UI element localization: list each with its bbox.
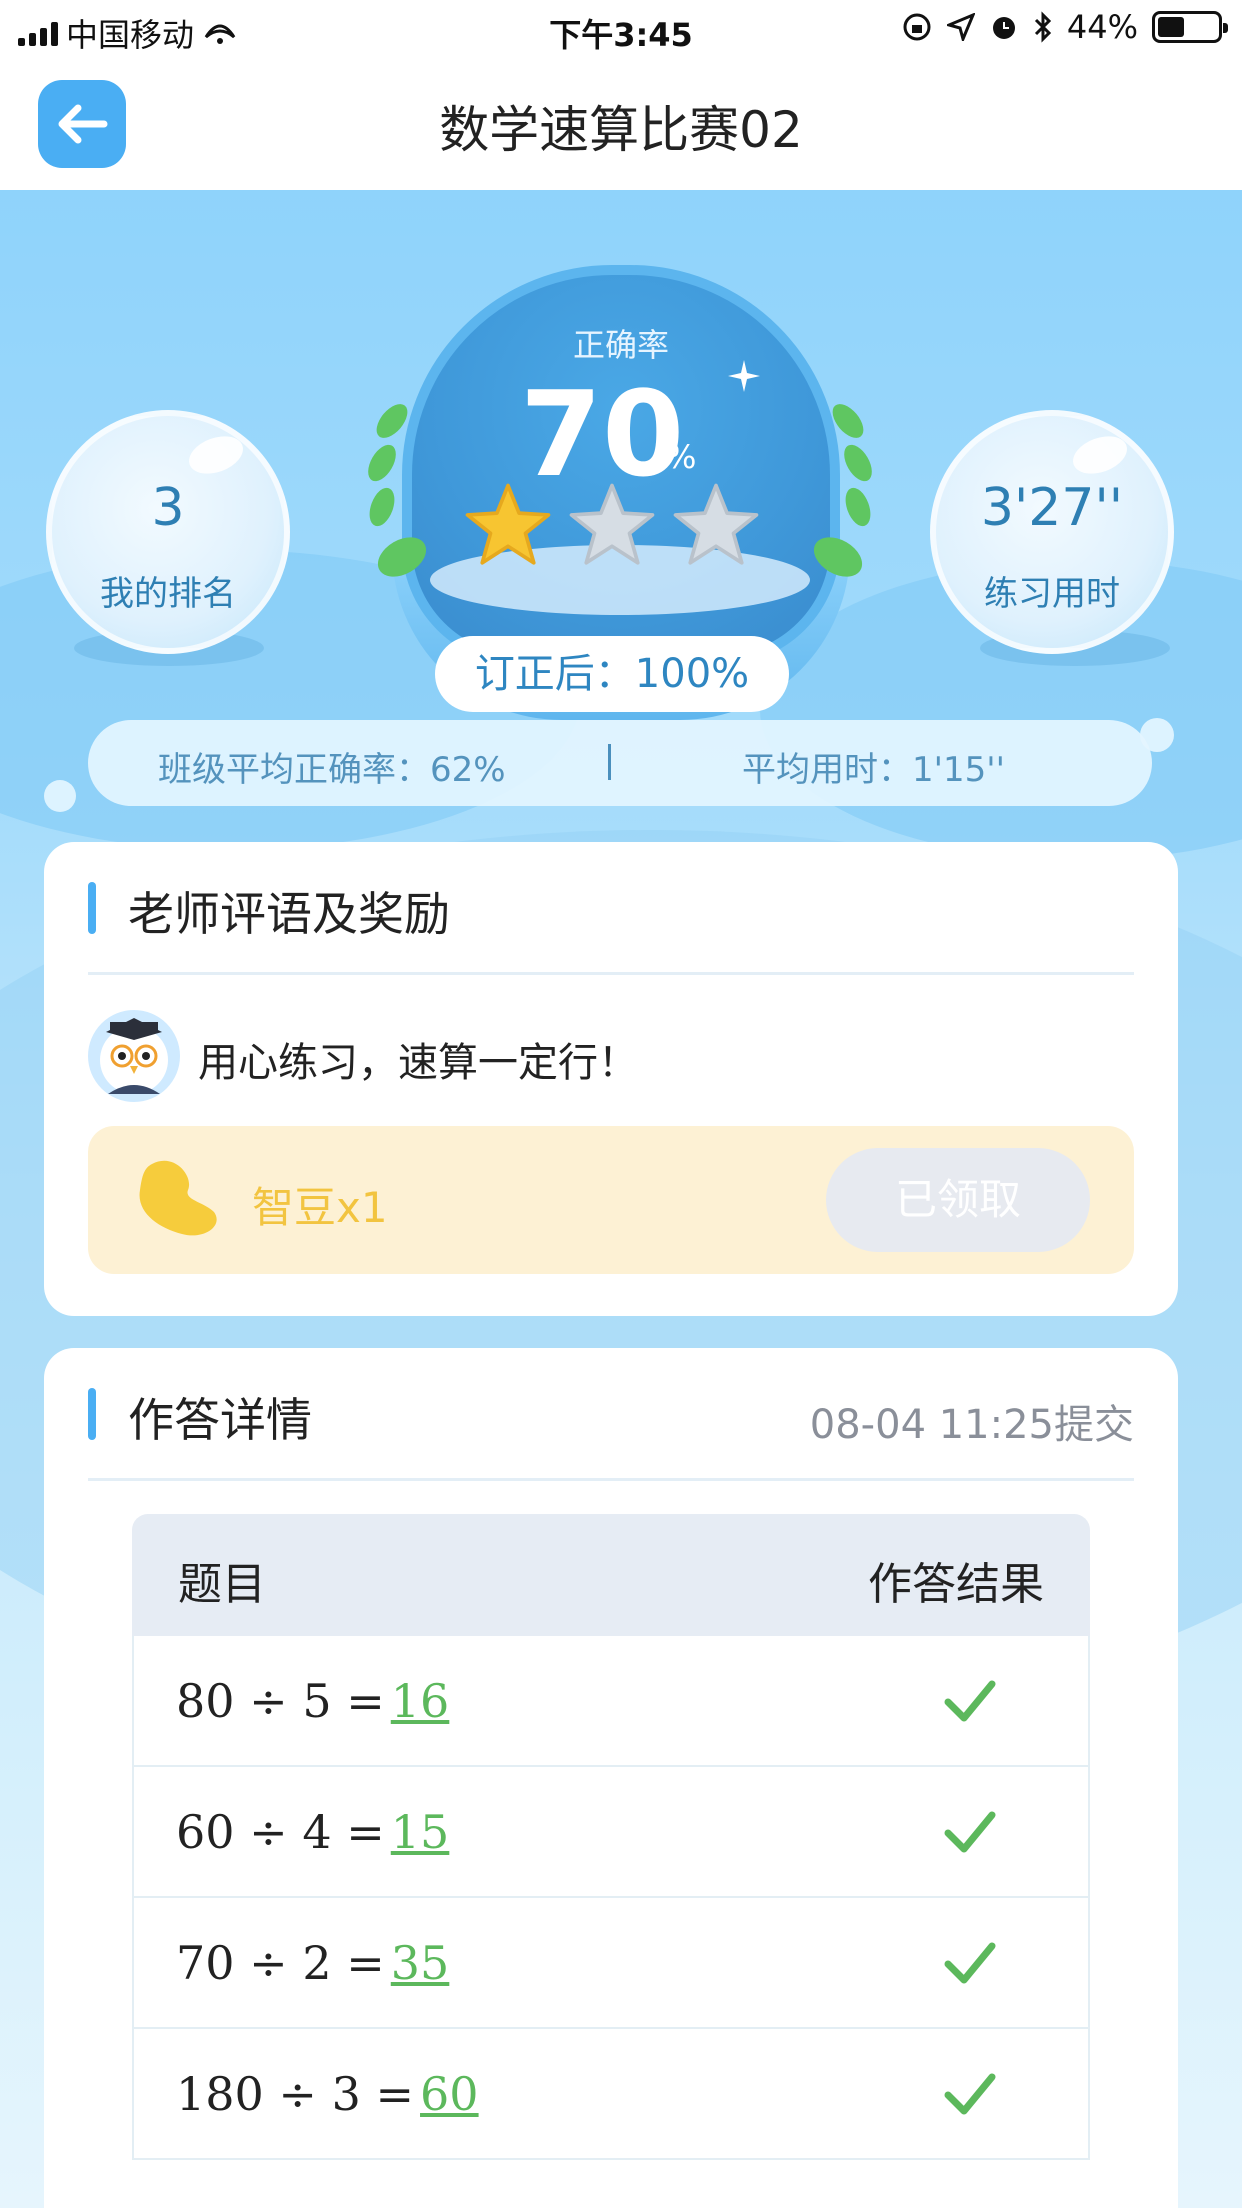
star-rating — [462, 480, 762, 572]
divider — [88, 972, 1134, 975]
teacher-comment-title: 老师评语及奖励 — [128, 887, 450, 941]
page-title: 数学速算比赛02 — [439, 101, 803, 159]
battery-icon — [1152, 11, 1228, 43]
rank-value: 3 — [151, 478, 185, 538]
student-answer: 16 — [390, 1674, 450, 1728]
star-filled-icon — [465, 483, 551, 565]
cloud-dot — [44, 780, 76, 812]
time-label: 练习用时 — [984, 574, 1120, 614]
bluetooth-icon — [1034, 11, 1051, 43]
question-expression: 180 ÷ 3 = — [176, 2067, 415, 2121]
accuracy-unit: % — [666, 438, 697, 476]
laurel-leaf-icon — [362, 440, 402, 486]
alarm-icon — [992, 17, 1015, 39]
question-expression: 60 ÷ 4 = — [176, 1805, 385, 1859]
reward-panel: 智豆x1 已领取 — [88, 1126, 1134, 1274]
battery-percent: 44% — [1066, 8, 1138, 46]
claimed-button[interactable]: 已领取 — [826, 1148, 1090, 1252]
student-answer: 15 — [390, 1805, 450, 1859]
star-empty-icon — [569, 483, 655, 565]
question-text: 180 ÷ 3 = 60 — [176, 2067, 479, 2121]
table-row: 70 ÷ 2 = 35 — [132, 1898, 1090, 2029]
reward-label: 智豆x1 — [252, 1183, 388, 1232]
student-answer: 60 — [420, 2067, 479, 2121]
submit-time: 08-04 11:25提交 — [809, 1402, 1134, 1448]
question-text: 70 ÷ 2 = 35 — [176, 1936, 449, 1990]
header-question: 题目 — [178, 1559, 266, 1610]
corrected-accuracy: 订正后：100% — [435, 636, 789, 712]
location-icon — [946, 13, 975, 41]
section-accent — [88, 1388, 96, 1440]
laurel-leaf-icon — [840, 484, 876, 530]
star-empty-icon — [673, 483, 759, 565]
rank-bubble: 3 我的排名 — [46, 410, 290, 654]
answer-details-card: 作答详情 08-04 11:25提交 题目 作答结果 80 ÷ 5 = 16 60 … — [44, 1348, 1178, 2208]
laurel-leaf-icon — [838, 440, 878, 486]
section-accent — [88, 882, 96, 934]
results-hero: 3 我的排名 3'27'' 练习用时 正确率 70 % 订正后：100% 班级平… — [0, 190, 1242, 2208]
question-expression: 80 ÷ 5 = — [176, 1674, 385, 1728]
table-row: 60 ÷ 4 = 15 — [132, 1767, 1090, 1898]
nav-bar: 数学速算比赛02 — [0, 60, 1242, 190]
header-result: 作答结果 — [868, 1559, 1044, 1610]
check-icon — [944, 1942, 996, 1984]
teacher-comment: 用心练习，速算一定行！ — [198, 1040, 638, 1086]
table-body: 80 ÷ 5 = 16 60 ÷ 4 = 15 70 ÷ 2 = 35 180 ÷ 3 = 6… — [132, 1636, 1090, 2160]
question-text: 80 ÷ 5 = 16 — [176, 1674, 449, 1728]
question-text: 60 ÷ 4 = 15 — [176, 1805, 449, 1859]
time-value: 3'27'' — [980, 478, 1124, 538]
teacher-owl-avatar — [88, 1010, 180, 1102]
check-icon — [944, 1680, 996, 1722]
class-average-bar: 班级平均正确率：62% 平均用时：1'15'' — [88, 720, 1152, 806]
divider — [608, 744, 611, 780]
status-right: 44% — [901, 8, 1228, 46]
check-icon — [944, 2073, 996, 2115]
teacher-comment-card: 老师评语及奖励 用心练习，速算一定行！ 智豆x1 已领取 — [44, 842, 1178, 1316]
average-time: 平均用时：1'15'' — [742, 750, 1005, 790]
status-bar: 中国移动 下午3:45 44% — [0, 0, 1242, 60]
table-row: 80 ÷ 5 = 16 — [132, 1636, 1090, 1767]
divider — [88, 1478, 1134, 1481]
answers-table: 题目 作答结果 80 ÷ 5 = 16 60 ÷ 4 = 15 70 ÷ 2 = 35 18… — [132, 1514, 1090, 2160]
answer-details-title: 作答详情 — [128, 1393, 312, 1447]
bean-icon — [139, 1160, 217, 1236]
laurel-leaf-icon — [364, 484, 400, 530]
rank-label: 我的排名 — [100, 574, 236, 614]
student-answer: 35 — [390, 1936, 450, 1990]
table-row: 180 ÷ 3 = 60 — [132, 2029, 1090, 2160]
check-icon — [944, 1811, 996, 1853]
question-expression: 70 ÷ 2 = — [176, 1936, 385, 1990]
table-header: 题目 作答结果 — [132, 1514, 1090, 1636]
time-bubble: 3'27'' 练习用时 — [930, 410, 1174, 654]
class-average-accuracy: 班级平均正确率：62% — [158, 750, 506, 790]
accuracy-label: 正确率 — [572, 326, 669, 364]
rotation-lock-icon — [903, 13, 931, 41]
